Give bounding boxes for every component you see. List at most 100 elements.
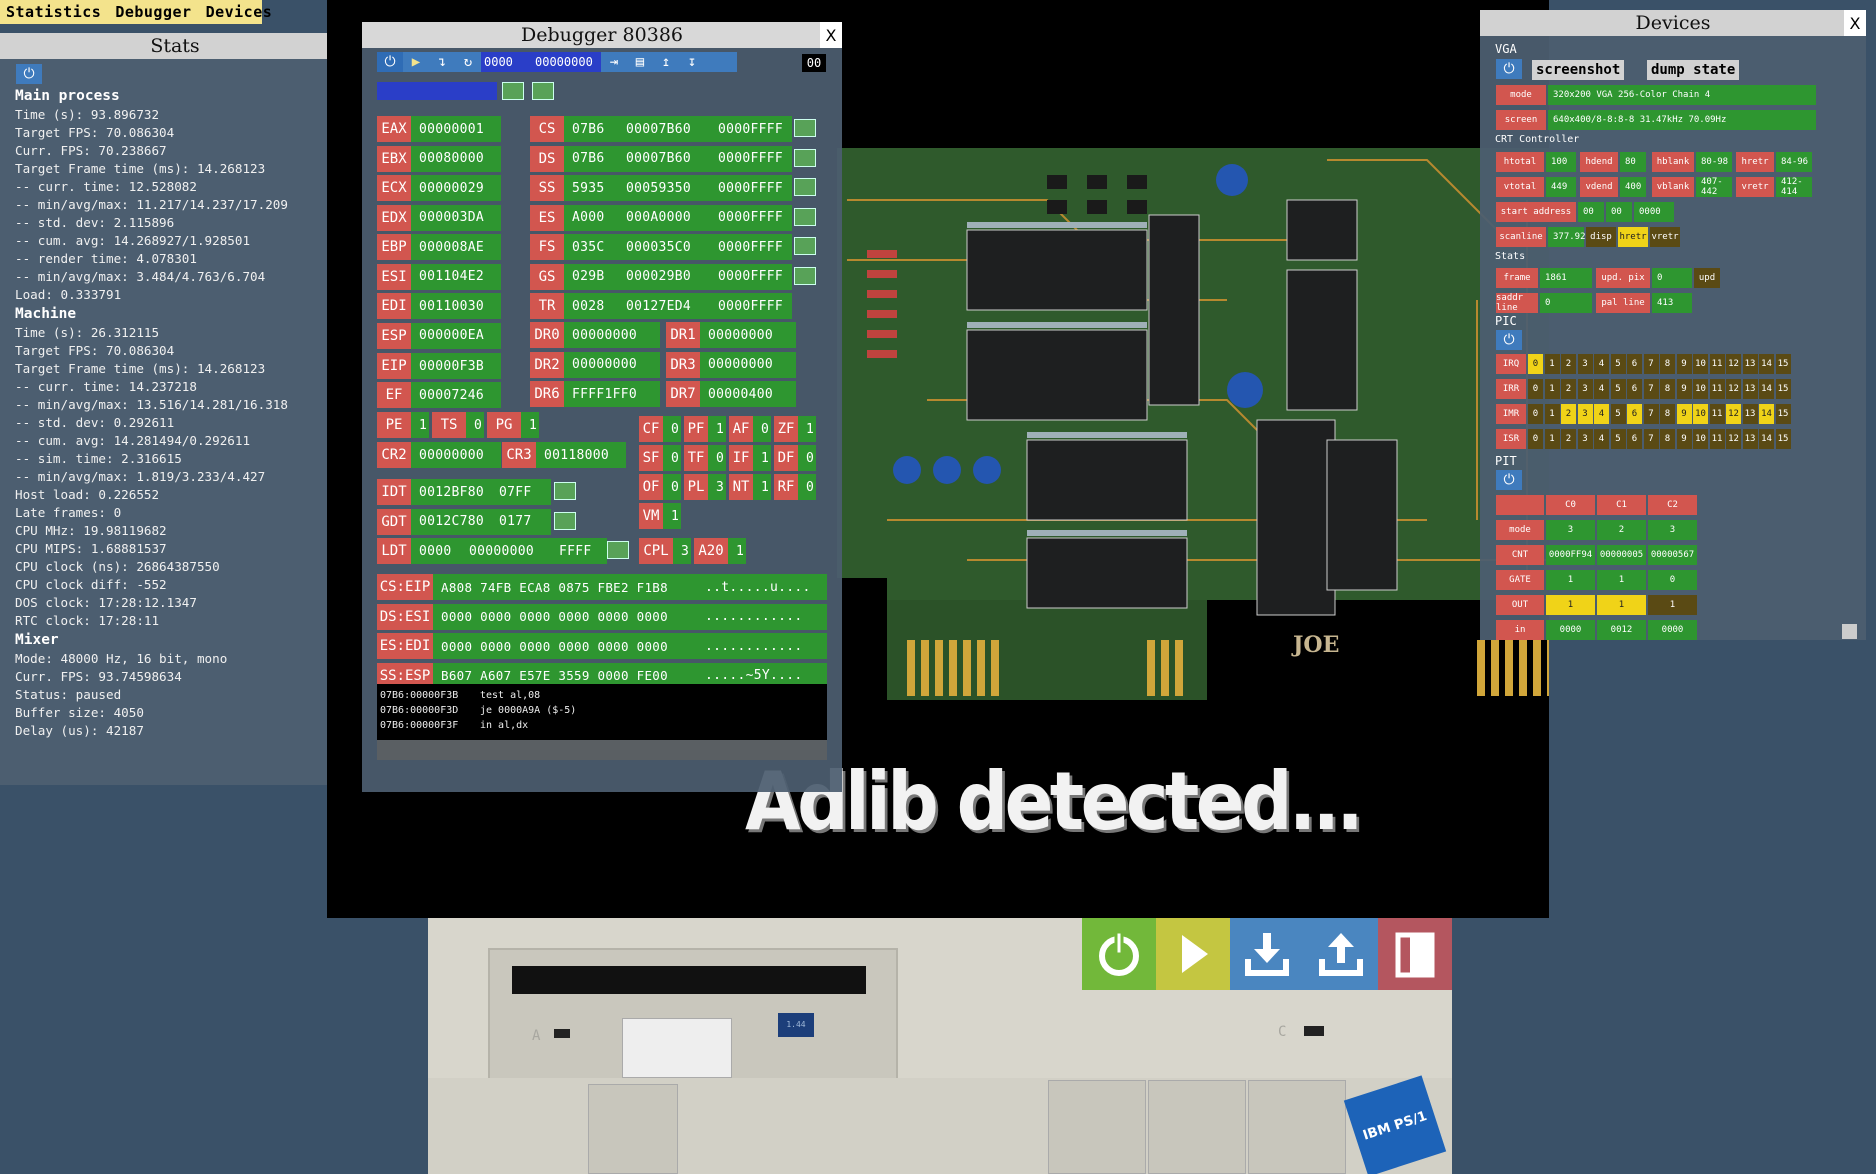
- pic-bit[interactable]: 5: [1610, 429, 1626, 449]
- segment-selector[interactable]: 0028: [564, 293, 618, 319]
- memory-hex[interactable]: 0000 0000 0000 0000 0000 0000: [433, 603, 697, 630]
- segment-view-icon[interactable]: [794, 237, 816, 255]
- pic-bit[interactable]: 10: [1693, 379, 1708, 399]
- exit-button[interactable]: [1378, 918, 1452, 990]
- crt-vtotal-value[interactable]: 449: [1546, 177, 1576, 197]
- flag-pf-value[interactable]: 1: [708, 416, 726, 442]
- flag-vm-value[interactable]: 1: [663, 503, 681, 529]
- register-edx-value[interactable]: 000003DA: [411, 204, 501, 231]
- segment-selector[interactable]: 035C: [564, 234, 618, 260]
- pic-bit[interactable]: 11: [1709, 404, 1725, 424]
- memory-hex[interactable]: 0000 0000 0000 0000 0000 0000: [433, 633, 697, 659]
- pic-bit[interactable]: 5: [1610, 404, 1626, 424]
- segment-selector[interactable]: 07B6: [564, 145, 618, 172]
- debug-dr7-value[interactable]: 00000400: [700, 381, 796, 407]
- segment-view-icon[interactable]: [794, 148, 816, 167]
- pic-bit[interactable]: 14: [1759, 379, 1774, 399]
- pic-bit[interactable]: 9: [1676, 354, 1692, 374]
- pit-value[interactable]: 0000FF94: [1546, 545, 1595, 565]
- pic-bit[interactable]: 8: [1660, 404, 1675, 424]
- pic-bit[interactable]: 9: [1676, 404, 1692, 424]
- ldt-selector[interactable]: 0000: [411, 538, 461, 564]
- pic-bit[interactable]: 12: [1726, 429, 1741, 449]
- pit-power-icon[interactable]: ⏻: [1496, 470, 1522, 490]
- stats-power-icon[interactable]: ⏻: [16, 64, 42, 84]
- crt-vretr-value[interactable]: 412-414: [1776, 177, 1812, 197]
- disasm-line[interactable]: 07B6:00000F3B test al,08: [380, 688, 824, 703]
- flag-zf-value[interactable]: 1: [798, 416, 816, 442]
- pic-bit[interactable]: 8: [1660, 379, 1675, 399]
- run-icon[interactable]: ▶: [403, 52, 429, 72]
- pit-value[interactable]: 2: [1597, 520, 1646, 540]
- crt-vdend-value[interactable]: 400: [1620, 177, 1646, 197]
- pit-value[interactable]: 0: [1648, 570, 1697, 590]
- flag-of-value[interactable]: 0: [663, 474, 681, 500]
- register-esp-value[interactable]: 000000EA: [411, 322, 501, 349]
- memory-icon[interactable]: ▤: [627, 52, 653, 72]
- pit-value[interactable]: 0000: [1648, 620, 1697, 640]
- register-ebp-value[interactable]: 000008AE: [411, 234, 501, 260]
- idt-base[interactable]: 0012BF80: [411, 479, 491, 505]
- pit-value[interactable]: 1: [1597, 570, 1646, 590]
- pic-bit[interactable]: 15: [1775, 354, 1791, 374]
- pic-bit[interactable]: 10: [1693, 429, 1708, 449]
- power-button[interactable]: [1082, 918, 1156, 990]
- crt-start-b[interactable]: 00: [1606, 202, 1632, 222]
- save-state-button[interactable]: [1230, 918, 1304, 990]
- flag-pl-value[interactable]: 3: [708, 474, 726, 500]
- pic-bit[interactable]: 4: [1594, 404, 1609, 424]
- segment-limit[interactable]: 0000FFFF: [710, 145, 792, 172]
- disasm-line[interactable]: 07B6:00000F3D je 0000A9A ($-5): [380, 703, 824, 718]
- register-ef-value[interactable]: 00007246: [411, 382, 501, 408]
- pic-bit[interactable]: 1: [1544, 404, 1560, 424]
- segment-base[interactable]: 00007B60: [618, 116, 710, 142]
- pic-bit[interactable]: 12: [1726, 354, 1741, 374]
- debug-dr0-value[interactable]: 00000000: [564, 322, 660, 348]
- pic-bit[interactable]: 1: [1544, 354, 1560, 374]
- gdt-base[interactable]: 0012C780: [411, 508, 491, 535]
- pic-bit[interactable]: 10: [1693, 404, 1708, 424]
- flag-nt-value[interactable]: 1: [753, 474, 771, 500]
- pic-power-icon[interactable]: ⏻: [1496, 330, 1522, 350]
- pic-bit[interactable]: 3: [1577, 429, 1593, 449]
- debug-dr2-value[interactable]: 00000000: [564, 351, 660, 378]
- segment-base[interactable]: 000A0000: [618, 204, 710, 231]
- pic-bit[interactable]: 5: [1610, 379, 1626, 399]
- goto-icon[interactable]: ⇥: [601, 52, 627, 72]
- segment-view-icon[interactable]: [794, 266, 816, 285]
- pit-value[interactable]: 1: [1546, 570, 1595, 590]
- menu-debugger[interactable]: Debugger: [115, 3, 191, 21]
- crt-start-a[interactable]: 00: [1578, 202, 1604, 222]
- flag-df-value[interactable]: 0: [798, 445, 816, 471]
- pic-bit[interactable]: 14: [1759, 404, 1774, 424]
- segment-limit[interactable]: 0000FFFF: [710, 204, 792, 231]
- flag-rf-value[interactable]: 0: [798, 474, 816, 500]
- upd-pix-value[interactable]: 0: [1652, 268, 1692, 288]
- step-over-icon[interactable]: ↻: [455, 52, 481, 72]
- menu-devices[interactable]: Devices: [206, 3, 273, 21]
- pic-bit[interactable]: 15: [1775, 429, 1791, 449]
- pic-bit[interactable]: 14: [1759, 354, 1774, 374]
- export-icon[interactable]: ↥: [653, 52, 679, 72]
- cpl-cpl-value[interactable]: 3: [673, 538, 691, 564]
- register-edi-value[interactable]: 00110030: [411, 293, 501, 319]
- pic-bit[interactable]: 7: [1643, 379, 1659, 399]
- pic-bit[interactable]: 6: [1627, 404, 1642, 424]
- gdt-view-icon[interactable]: [554, 511, 576, 530]
- segment-base[interactable]: 00007B60: [618, 145, 710, 172]
- frame-value[interactable]: 1861: [1540, 268, 1592, 288]
- flag-cf-value[interactable]: 0: [663, 416, 681, 442]
- saddr-line-value[interactable]: 0: [1540, 293, 1592, 313]
- crt-start-c[interactable]: 0000: [1634, 202, 1674, 222]
- pal-line-value[interactable]: 413: [1652, 293, 1692, 313]
- cr0-pe-value[interactable]: 1: [411, 412, 429, 438]
- pic-bit[interactable]: 3: [1577, 404, 1593, 424]
- debug-dr3-value[interactable]: 00000000: [700, 351, 796, 378]
- pic-bit[interactable]: 11: [1709, 354, 1725, 374]
- screenshot-button[interactable]: screenshot: [1532, 60, 1625, 80]
- segment-base[interactable]: 000029B0: [618, 263, 710, 290]
- crt-vblank-value[interactable]: 407-442: [1696, 177, 1732, 197]
- ldt-limit[interactable]: FFFF: [551, 538, 607, 564]
- pic-bit[interactable]: 12: [1726, 404, 1741, 424]
- gdt-limit[interactable]: 0177: [491, 508, 551, 535]
